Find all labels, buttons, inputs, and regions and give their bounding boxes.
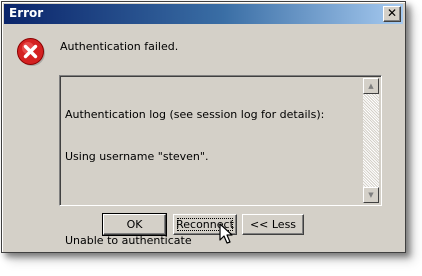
title-bar[interactable]: Error ✕ — [4, 4, 403, 24]
scroll-down-button[interactable]: ▼ — [363, 187, 379, 203]
error-icon — [17, 38, 45, 66]
log-line: Authentication log (see session log for … — [65, 108, 325, 121]
up-arrow-icon: ▲ — [368, 82, 374, 90]
log-line: Using username "steven". — [65, 150, 209, 163]
less-button-label: << Less — [249, 218, 297, 231]
ok-button[interactable]: OK — [102, 213, 167, 236]
log-text: Authentication log (see session log for … — [65, 80, 359, 276]
close-button[interactable]: ✕ — [383, 6, 401, 22]
ok-button-label: OK — [126, 218, 143, 231]
authentication-log[interactable]: Authentication log (see session log for … — [59, 75, 382, 247]
error-dialog: Error ✕ Authentication failed. Authentic… — [1, 1, 406, 253]
less-button[interactable]: << Less — [242, 214, 304, 235]
vertical-scrollbar[interactable]: ▲ ▼ — [363, 78, 379, 203]
down-arrow-icon: ▼ — [368, 191, 374, 199]
log-line: Unable to authenticate — [65, 234, 192, 247]
window-title: Error — [9, 6, 44, 20]
mouse-cursor-icon — [219, 223, 233, 244]
error-message: Authentication failed. — [60, 40, 179, 53]
scroll-up-button[interactable]: ▲ — [363, 78, 379, 94]
close-icon: ✕ — [386, 6, 398, 20]
